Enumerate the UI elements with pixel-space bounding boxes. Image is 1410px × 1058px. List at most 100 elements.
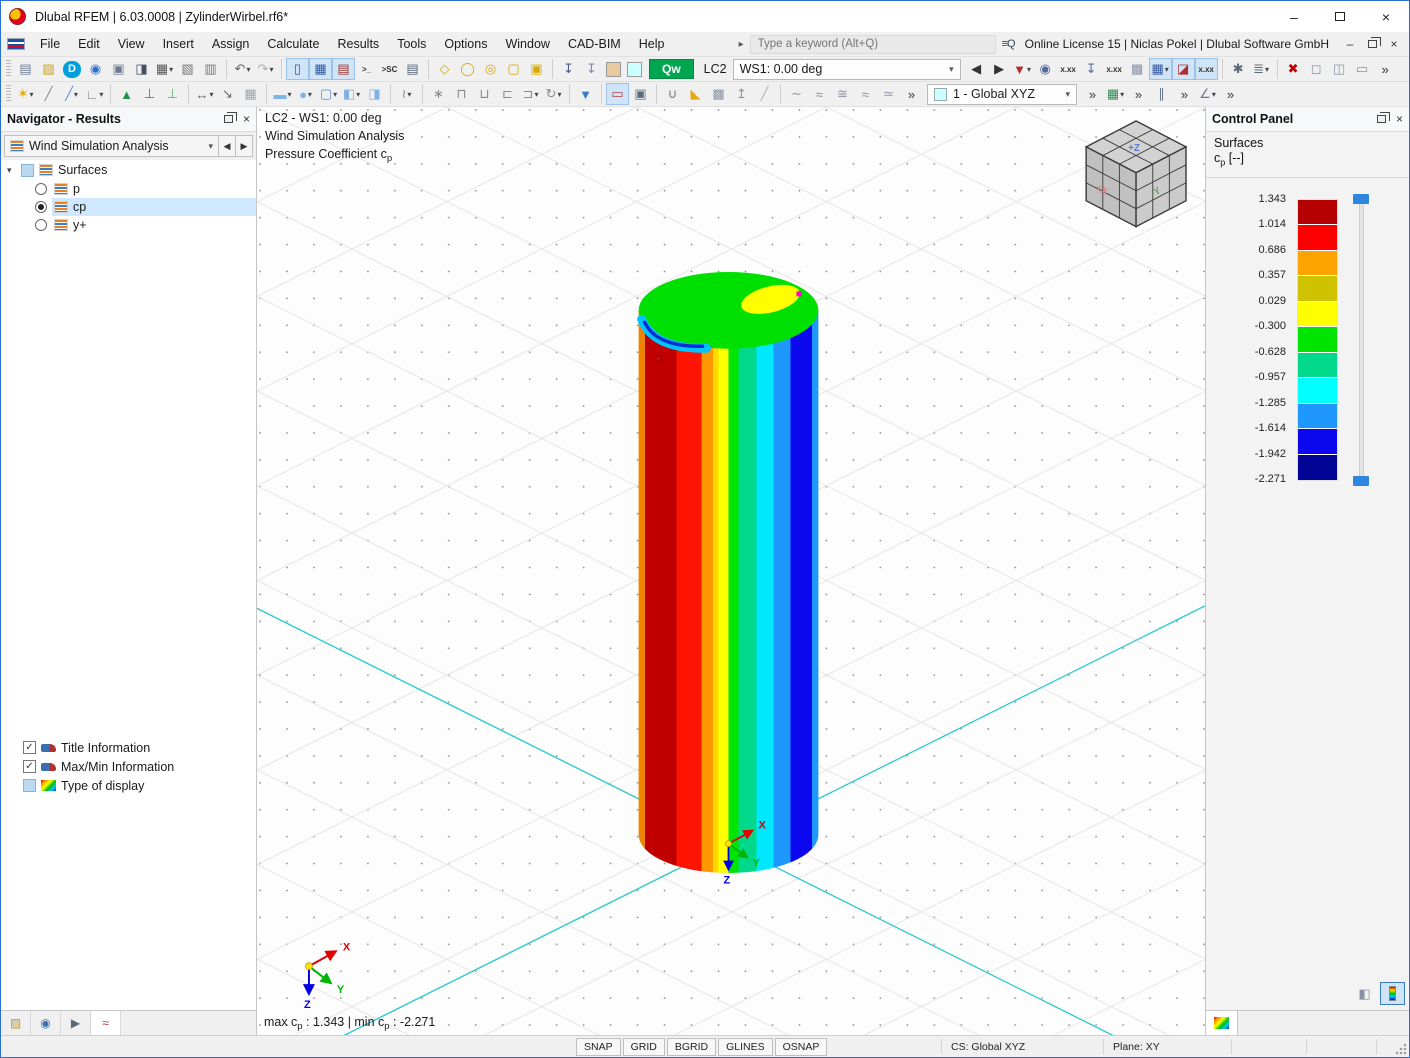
cylinder-model[interactable] (637, 271, 819, 874)
surfaces-checkbox[interactable] (21, 163, 34, 177)
next-analysis-button[interactable]: ▶ (236, 135, 253, 157)
control-panel-float-button[interactable] (1376, 112, 1390, 123)
next-load-case-icon[interactable]: ▶ (988, 58, 1011, 80)
load-color-swatch[interactable] (606, 61, 621, 77)
collapse-icon[interactable]: ▾ (7, 165, 21, 176)
insert-node-icon[interactable]: ∗ (427, 83, 450, 105)
search-collapse-icon[interactable]: ▸ (739, 39, 744, 50)
new-dimension-icon[interactable]: ↔ (193, 83, 216, 105)
display-option[interactable]: Max/Min Information (1, 757, 256, 776)
render-solids-icon[interactable]: ▩ (1126, 58, 1149, 80)
navigator-float-button[interactable] (223, 112, 237, 123)
script-console-icon[interactable]: >SC (378, 58, 401, 80)
coordinate-system-selector[interactable]: 1 - Global XYZ (927, 83, 1077, 105)
new-solid-icon[interactable]: ● (294, 83, 317, 105)
navigator-close-button[interactable]: × (243, 112, 250, 126)
snap-toggle-button[interactable]: BGRID (666, 1037, 717, 1056)
tab-views-navigator-icon[interactable]: ▶ (61, 1011, 91, 1035)
open-model-icon[interactable]: ▨ (37, 58, 60, 80)
toolbar-grip[interactable] (6, 85, 11, 103)
smoothing-continuous-icon[interactable]: ≈ (808, 83, 831, 105)
slider-track[interactable] (1359, 197, 1364, 482)
visibility-box-icon[interactable]: ▭ (606, 83, 629, 105)
snap-toggle-button[interactable]: GLINES (718, 1037, 773, 1056)
generate-load-icon[interactable]: ↧ (557, 58, 580, 80)
select-circle-icon[interactable]: ◎ (479, 58, 502, 80)
window-resize-grip[interactable] (1395, 1043, 1407, 1055)
menu-item[interactable]: Options (435, 34, 496, 54)
new-block-icon[interactable]: ◧ (340, 83, 363, 105)
filter-objects-icon[interactable]: ▼ (574, 83, 597, 105)
radio-button[interactable] (35, 183, 47, 195)
checkbox[interactable] (23, 741, 36, 754)
deformed-structure-icon[interactable]: ↥ (730, 83, 753, 105)
perspective-view-icon[interactable]: ▭ (1351, 58, 1374, 80)
snap-toggle-button[interactable]: GRID (622, 1037, 665, 1056)
result-table-icon[interactable]: ▦ (1148, 58, 1172, 80)
new-line-support-icon[interactable]: ⊥ (138, 83, 161, 105)
result-quantity-option[interactable]: p (1, 180, 256, 198)
menu-item[interactable]: Calculate (258, 34, 328, 54)
control-panel-close-button[interactable]: × (1396, 112, 1403, 126)
new-line-icon[interactable]: ╱ (37, 83, 60, 105)
wind-load-qw-button[interactable]: Qw (649, 59, 694, 79)
result-quantity-option[interactable]: y+ (1, 216, 256, 234)
undo-icon[interactable]: ↶ (231, 58, 254, 80)
smoothing-local-icon[interactable]: ≃ (877, 83, 900, 105)
previous-analysis-button[interactable]: ◀ (219, 135, 236, 157)
parallel-copy-icon[interactable]: ∥ (1150, 83, 1173, 105)
maximize-button[interactable] (1317, 1, 1363, 32)
show-result-values-icon[interactable]: x.xx (1103, 58, 1126, 80)
smoothing-discontinuous-icon[interactable]: ≅ (831, 83, 854, 105)
menu-item[interactable]: Tools (388, 34, 435, 54)
toolbar-grip[interactable] (6, 60, 11, 78)
doc-minimize-button[interactable]: – (1339, 34, 1361, 54)
minimize-button[interactable]: – (1271, 1, 1317, 32)
member-hinge-icon[interactable]: ≀ (395, 83, 418, 105)
model-viewport[interactable]: X Y Z X Y Z +Z +X -Y LC2 - WS1: 0.00 deg… (257, 107, 1205, 1035)
print-icon[interactable]: ▦ (153, 58, 176, 80)
slider-handle-min[interactable] (1353, 475, 1369, 486)
transfer-load-icon[interactable]: ↧ (580, 58, 603, 80)
save-as-image-icon[interactable]: ▣ (107, 58, 130, 80)
row2-overflow-1-icon[interactable]: » (900, 83, 923, 105)
menu-item[interactable]: CAD-BIM (559, 34, 630, 54)
global-models-icon[interactable]: ◉ (84, 58, 107, 80)
menu-item[interactable]: File (31, 34, 69, 54)
new-cut-icon[interactable]: ◨ (363, 83, 386, 105)
new-node-icon[interactable]: ✶ (14, 83, 37, 105)
menu-item[interactable]: Assign (203, 34, 259, 54)
new-leader-icon[interactable]: ↘ (216, 83, 239, 105)
section-icon[interactable]: ╱ (753, 83, 776, 105)
row2-overflow-3-icon[interactable]: » (1127, 83, 1150, 105)
edit-grid-icon[interactable]: ▦ (239, 83, 262, 105)
previous-load-case-icon[interactable]: ◀ (965, 58, 988, 80)
menu-item[interactable]: Results (329, 34, 389, 54)
walkthrough-icon[interactable]: ▣ (629, 83, 652, 105)
analysis-type-selector[interactable]: Wind Simulation Analysis (4, 135, 219, 157)
snap-toggle-button[interactable]: OSNAP (774, 1037, 828, 1056)
doc-close-button[interactable]: × (1383, 34, 1405, 54)
new-nodal-support-icon[interactable]: ▲ (115, 83, 138, 105)
viewport-canvas[interactable]: X Y Z X Y Z +Z +X -Y LC2 - WS1: 0.00 deg… (257, 107, 1205, 1035)
display-option[interactable]: Title Information (1, 738, 256, 757)
new-model-icon[interactable]: ▤ (14, 58, 37, 80)
navigator-toggle-icon[interactable]: ▯ (286, 58, 309, 80)
radio-button[interactable] (35, 201, 47, 213)
new-member-icon[interactable]: ╱ (60, 83, 83, 105)
new-opening-icon[interactable]: ▢ (317, 83, 340, 105)
radio-button[interactable] (35, 219, 47, 231)
new-polyline-icon[interactable]: ∟ (83, 83, 106, 105)
tab-results-navigator-icon[interactable]: ≈ (91, 1010, 121, 1035)
tab-display-navigator-icon[interactable]: ◉ (31, 1011, 61, 1035)
isometric-view-icon[interactable]: ◻ (1305, 58, 1328, 80)
filter-loads-icon[interactable]: ▼ (1011, 58, 1034, 80)
keyword-search-icon[interactable]: ≡Q (1002, 38, 1016, 50)
display-option[interactable]: Type of display (1, 776, 256, 795)
result-solids-icon[interactable]: ▩ (707, 83, 730, 105)
row2-overflow-4-icon[interactable]: » (1173, 83, 1196, 105)
new-surface-support-icon[interactable]: ⊥ (161, 83, 184, 105)
smoothing-ranges-icon[interactable]: ∼ (785, 83, 808, 105)
show-results-icon[interactable]: ↧ (1080, 58, 1103, 80)
select-criteria-icon[interactable]: ▣ (525, 58, 548, 80)
